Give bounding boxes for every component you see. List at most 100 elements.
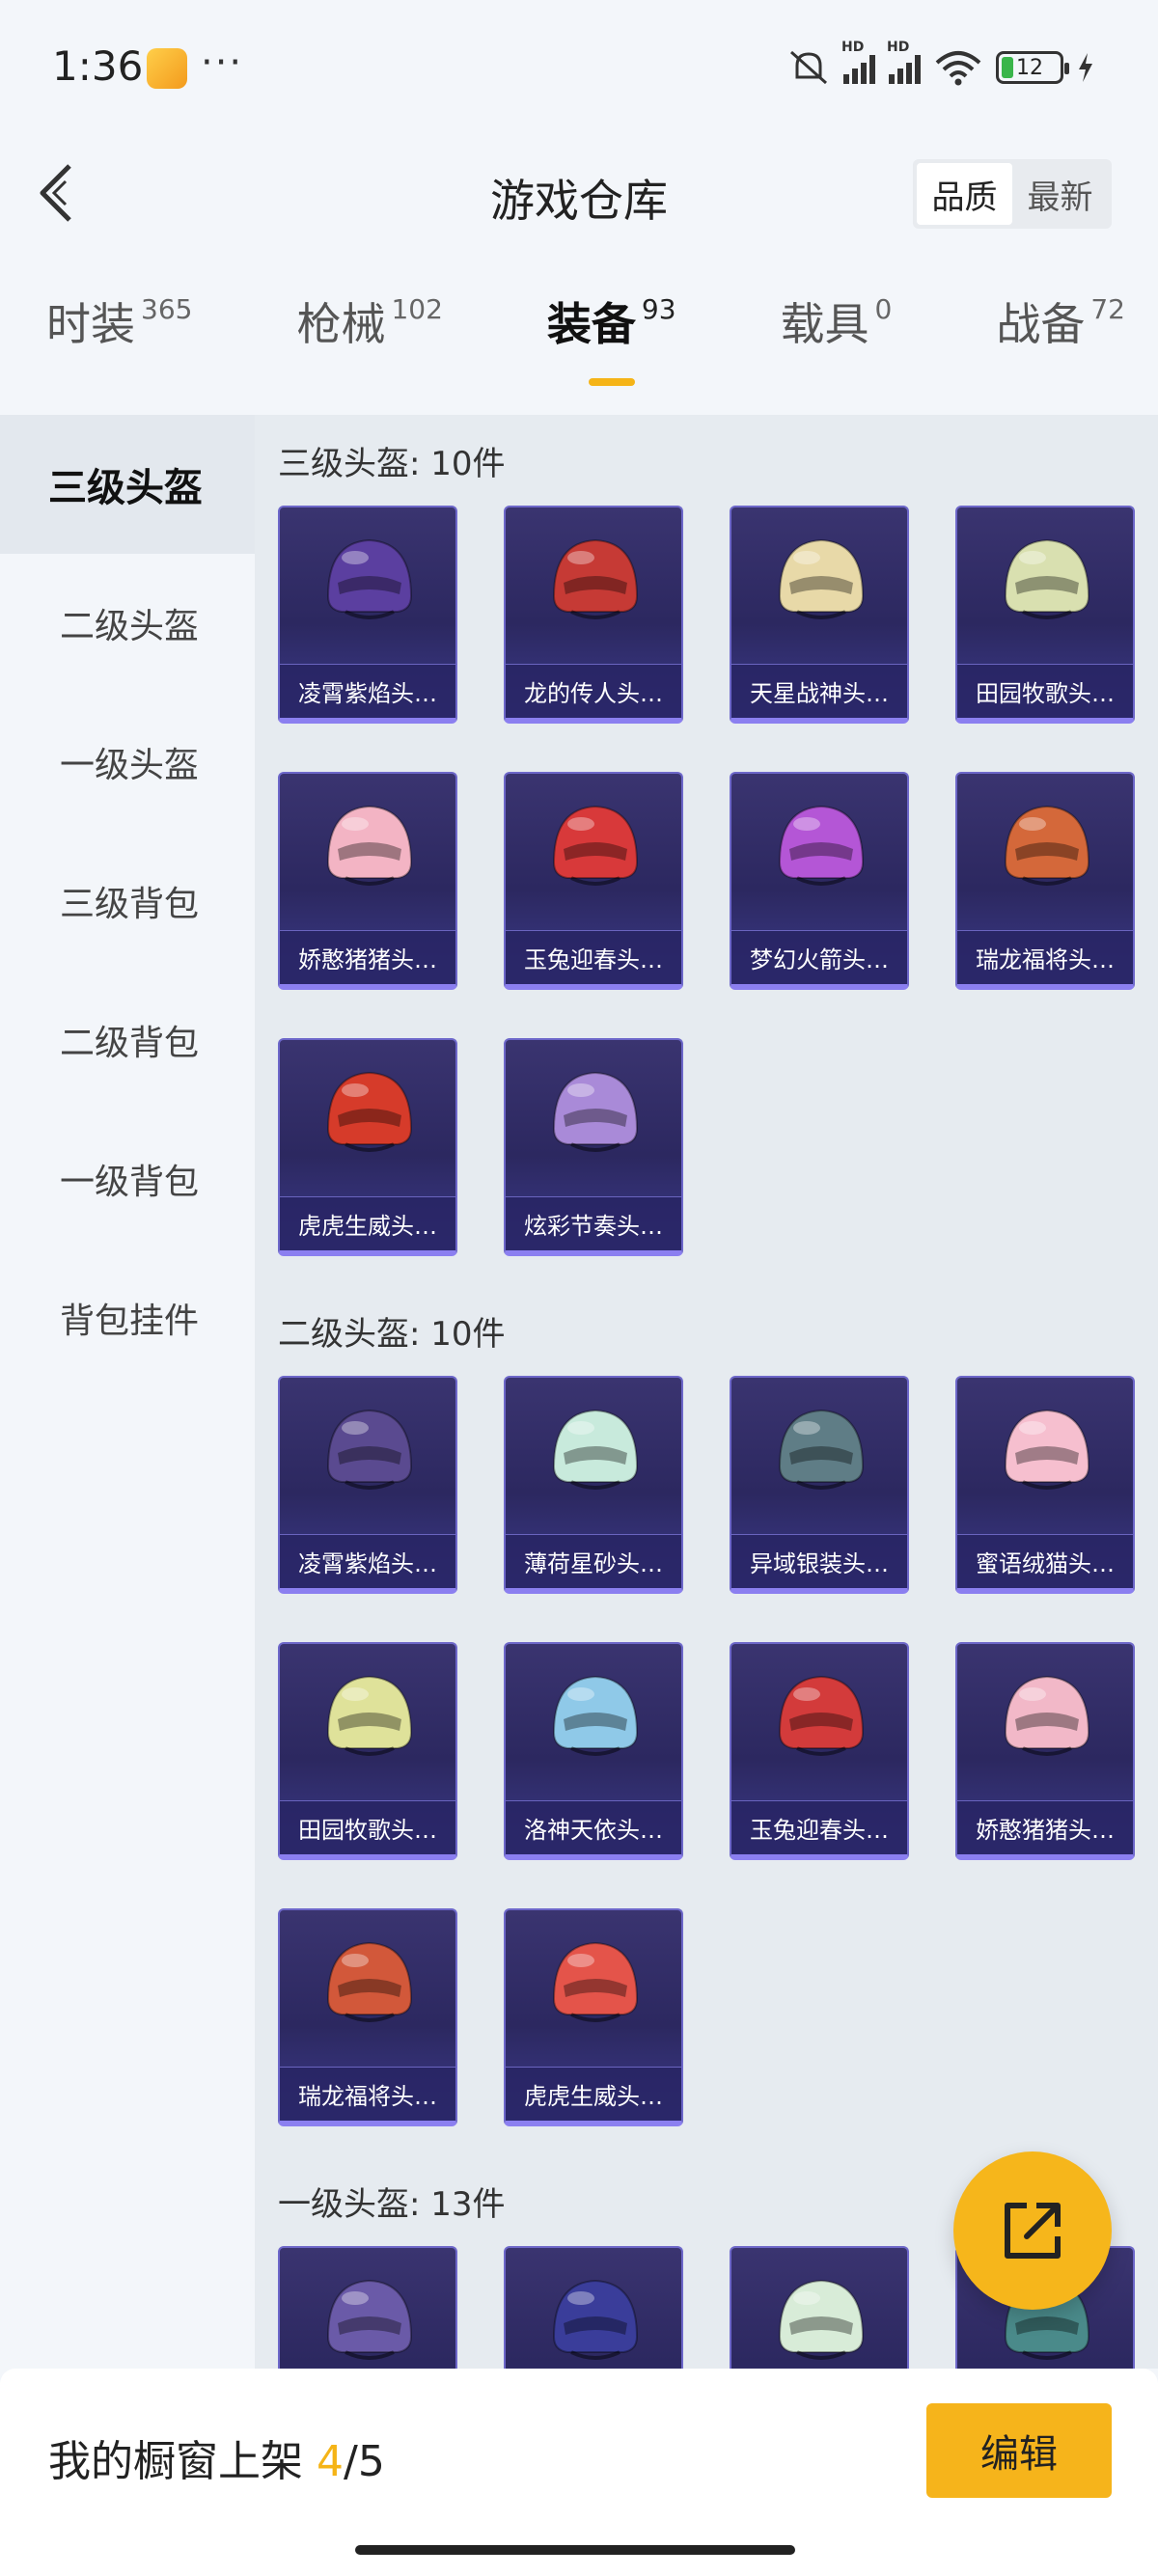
category-level3-helmet[interactable]: 三级头盔 [0, 415, 255, 554]
item-card[interactable]: 瑞龙福将头… [955, 772, 1135, 990]
item-card[interactable]: 异域银装头… [730, 1376, 909, 1594]
section-title: 二级头盔: 10件 [278, 1314, 506, 1354]
item-name: 梦幻火箭头… [731, 930, 907, 984]
showcase-label: 我的橱窗上架 [48, 2437, 303, 2486]
battery-icon: 12 [996, 51, 1069, 84]
tab-label: 枪械 [296, 298, 386, 350]
helmet-icon [552, 1409, 639, 1490]
category-level2-helmet[interactable]: 二级头盔 [0, 554, 255, 693]
item-name: 娇憨猪猪头… [957, 1800, 1133, 1854]
tab-count: 102 [391, 293, 443, 325]
item-card[interactable]: 龙的传人头… [504, 506, 683, 724]
helmet-icon [326, 538, 413, 619]
item-card[interactable] [504, 2246, 683, 2369]
external-link-icon [1005, 2203, 1061, 2259]
category-level1-backpack[interactable]: 一级背包 [0, 1110, 255, 1248]
item-card[interactable] [278, 2246, 457, 2369]
item-card[interactable]: 娇憨猪猪头… [955, 1642, 1135, 1860]
status-time: 1:36 [52, 42, 144, 90]
tab-label: 战备 [996, 298, 1086, 350]
item-name: 天星战神头… [731, 664, 907, 718]
item-name: 龙的传人头… [506, 664, 681, 718]
item-name: 异域银装头… [731, 1534, 907, 1588]
more-notifications-icon: ··· [201, 41, 244, 85]
helmet-icon [1004, 805, 1090, 886]
item-card[interactable]: 薄荷星砂头… [504, 1376, 683, 1594]
item-name: 凌霄紫焰头… [280, 1534, 455, 1588]
item-card[interactable]: 玉兔迎春头… [730, 1642, 909, 1860]
sort-quality-button[interactable]: 品质 [917, 163, 1012, 225]
home-indicator[interactable] [355, 2545, 795, 2555]
section-title: 三级头盔: 10件 [278, 444, 506, 483]
item-name: 虎虎生威头… [506, 2067, 681, 2121]
item-card[interactable]: 田园牧歌头… [278, 1642, 457, 1860]
item-content[interactable]: 三级头盔: 10件凌霄紫焰头… 龙的传人头… 天星战神头… 田园牧歌头… 娇憨猪猪头… 玉… [255, 415, 1158, 2369]
item-name: 娇憨猪猪头… [280, 930, 455, 984]
item-card[interactable]: 洛神天依头… [504, 1642, 683, 1860]
item-card[interactable]: 瑞龙福将头… [278, 1908, 457, 2126]
item-card[interactable]: 梦幻火箭头… [730, 772, 909, 990]
helmet-icon [552, 1941, 639, 2022]
helmet-icon [778, 1675, 865, 1756]
item-name: 薄荷星砂头… [506, 1534, 681, 1588]
share-button[interactable] [953, 2151, 1112, 2310]
item-name: 蜜语绒猫头… [957, 1534, 1133, 1588]
showcase-current: 4 [317, 2437, 344, 2486]
item-card[interactable]: 田园牧歌头… [955, 506, 1135, 724]
item-card[interactable] [730, 2246, 909, 2369]
tab-label: 时装 [46, 298, 135, 350]
item-card[interactable]: 娇憨猪猪头… [278, 772, 457, 990]
category-level3-backpack[interactable]: 三级背包 [0, 832, 255, 971]
tab-vehicles[interactable]: 载具 0 [781, 289, 893, 386]
mute-icon [790, 50, 827, 85]
category-level2-backpack[interactable]: 二级背包 [0, 971, 255, 1110]
category-level1-helmet[interactable]: 一级头盔 [0, 693, 255, 832]
item-card[interactable]: 虎虎生威头… [504, 1908, 683, 2126]
tab-count: 0 [874, 293, 893, 325]
helmet-icon [778, 538, 865, 619]
helmet-icon [552, 1675, 639, 1756]
item-grid: 凌霄紫焰头… 龙的传人头… 天星战神头… 田园牧歌头… 娇憨猪猪头… 玉兔迎春头… 梦幻火箭… [255, 506, 1158, 1285]
tab-fashion[interactable]: 时装 365 [46, 289, 192, 386]
item-card[interactable]: 天星战神头… [730, 506, 909, 724]
tab-supplies[interactable]: 战备 72 [996, 289, 1125, 386]
helmet-icon [1004, 1675, 1090, 1756]
signal-icon-2: HD [887, 40, 921, 84]
item-name: 虎虎生威头… [280, 1196, 455, 1250]
helmet-icon [326, 1941, 413, 2022]
item-card[interactable]: 凌霄紫焰头… [278, 1376, 457, 1594]
tab-weapons[interactable]: 枪械 102 [296, 289, 442, 386]
active-tab-indicator [588, 378, 635, 386]
edit-button[interactable]: 编辑 [926, 2403, 1112, 2498]
item-card[interactable]: 虎虎生威头… [278, 1038, 457, 1256]
signal-icon: HD [841, 40, 875, 84]
item-name: 洛神天依头… [506, 1800, 681, 1854]
helmet-icon [326, 1675, 413, 1756]
item-card[interactable]: 蜜语绒猫头… [955, 1376, 1135, 1594]
item-name: 瑞龙福将头… [280, 2067, 455, 2121]
tab-label: 载具 [780, 298, 869, 350]
item-card[interactable]: 玉兔迎春头… [504, 772, 683, 990]
bottom-bar: 我的橱窗上架 4/5 编辑 [0, 2369, 1158, 2576]
category-backpack-charm[interactable]: 背包挂件 [0, 1248, 255, 1387]
app-notification-icon [147, 48, 187, 89]
item-card[interactable]: 凌霄紫焰头… [278, 506, 457, 724]
tab-equipment[interactable]: 装备 93 [547, 289, 676, 386]
tab-bar: 时装 365 枪械 102 装备 93 载具 0 战备 72 [0, 289, 1158, 396]
helmet-icon [778, 2279, 865, 2360]
helmet-icon [552, 2279, 639, 2360]
tab-count: 72 [1090, 293, 1125, 325]
item-name: 凌霄紫焰头… [280, 664, 455, 718]
status-icons: HD HD 12 [787, 40, 1094, 89]
battery-level: 12 [1016, 55, 1043, 80]
helmet-icon [326, 1409, 413, 1490]
sort-newest-button[interactable]: 最新 [1012, 163, 1108, 225]
header: 游戏仓库 品质 最新 [0, 145, 1158, 241]
helmet-icon [778, 1409, 865, 1490]
showcase-status: 我的橱窗上架 4/5 [48, 2426, 385, 2488]
helmet-icon [552, 538, 639, 619]
item-grid: 凌霄紫焰头… 薄荷星砂头… 异域银装头… 蜜语绒猫头… 田园牧歌头… 洛神天依头… 玉兔迎春… [255, 1376, 1158, 2155]
item-name: 炫彩节奏头… [506, 1196, 681, 1250]
helmet-icon [326, 2279, 413, 2360]
item-card[interactable]: 炫彩节奏头… [504, 1038, 683, 1256]
